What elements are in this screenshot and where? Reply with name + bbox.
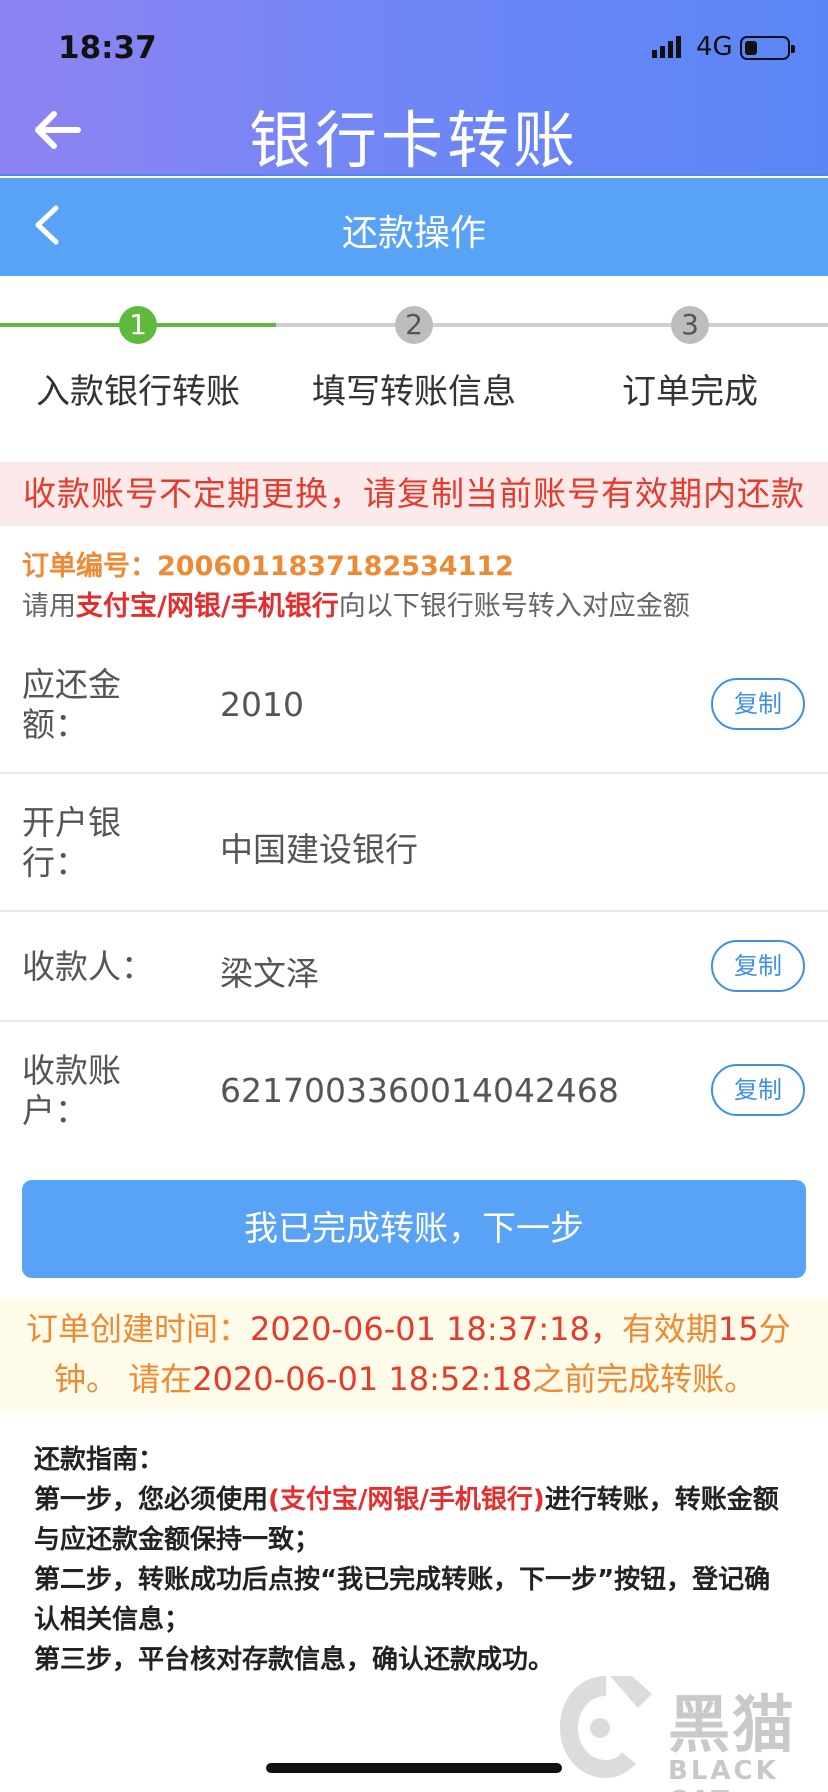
guide-step-1-prefix: 第一步，您必须使用 [34, 1485, 269, 1515]
validity-label: 有效期 [621, 1310, 718, 1348]
watermark-text: 黑猫 [668, 1688, 797, 1761]
progress-line-todo [276, 323, 828, 327]
validity-unit: 分 [758, 1310, 791, 1348]
validity-unit-end: 钟。 [54, 1360, 129, 1398]
created-time-label: 订单创建时间： [26, 1310, 251, 1348]
step-1-label: 入款银行转账 [36, 372, 240, 412]
sub-header: 还款操作 [0, 178, 828, 276]
order-time-notice: 订单创建时间：2020-06-01 18:37:18，有效期15分 钟。 请在2… [0, 1298, 828, 1410]
progress-steps: 1 2 3 入款银行转账 填写转账信息 订单完成 [0, 296, 828, 412]
account-row: 收款账 户： 6217003360014042468 复制 [0, 1022, 828, 1160]
payee-value: 梁文泽 [220, 954, 319, 993]
copy-amount-button[interactable]: 复制 [711, 678, 805, 730]
amount-row: 应还金 额： 2010 复制 [0, 636, 828, 774]
bank-value: 中国建设银行 [220, 830, 418, 869]
blackcat-watermark: 黑猫 BLACK CAT [556, 1672, 828, 1792]
guide-title: 还款指南： [34, 1445, 165, 1475]
order-hint-suffix: 向以下银行账号转入对应金额 [338, 591, 690, 622]
status-time: 18:37 [58, 30, 157, 66]
time-notice-line2: 钟。 请在2020-06-01 18:52:18之前完成转账。 [26, 1354, 808, 1404]
amount-label: 应还金 额： [22, 665, 132, 745]
bank-label-line2: 行： [22, 843, 88, 882]
signal-icon [652, 36, 681, 58]
account-label-line2: 户： [22, 1091, 88, 1130]
page-title: 银行卡转账 [248, 104, 579, 177]
bank-label: 开户银 行： [22, 803, 132, 883]
deadline-suffix: 之前完成转账。 [532, 1360, 757, 1398]
step-2-marker: 2 [395, 306, 433, 344]
account-label-line1: 收款账 [22, 1051, 121, 1090]
repayment-guide: 还款指南： 第一步，您必须使用(支付宝/网银/手机银行)进行转账，转账金额与应还… [34, 1440, 794, 1680]
deadline-label: 请在 [128, 1360, 193, 1398]
account-label: 收款账 户： [22, 1051, 132, 1131]
transfer-done-next-button[interactable]: 我已完成转账，下一步 [22, 1180, 806, 1278]
step-2-label: 填写转账信息 [312, 372, 516, 412]
order-hint-highlight: 支付宝/网银/手机银行 [76, 591, 339, 622]
cat-logo-icon [560, 1676, 652, 1778]
watermark-subtext: BLACK CAT [668, 1756, 779, 1792]
step-1-marker: 1 [119, 306, 157, 344]
amount-value: 2010 [220, 685, 304, 724]
step-3-label: 订单完成 [622, 372, 758, 412]
amount-label-line2: 额： [22, 705, 88, 744]
order-number: 订单编号：2006011837182534112 [22, 551, 514, 582]
step-3-marker: 3 [671, 306, 709, 344]
payee-row: 收款人： 梁文泽 复制 [0, 912, 828, 1022]
created-time-value: 2020-06-01 18:37:18， [250, 1310, 622, 1348]
account-value: 6217003360014042468 [220, 1071, 619, 1110]
home-indicator[interactable] [266, 1763, 562, 1773]
order-hint-prefix: 请用 [22, 591, 76, 622]
amount-label-line1: 应还金 [22, 665, 121, 704]
payee-label: 收款人： [22, 947, 154, 986]
status-bar: 18:37 4G [0, 0, 828, 96]
network-type: 4G [696, 32, 733, 62]
bank-label-line1: 开户银 [22, 803, 121, 842]
guide-step-1-highlight: (支付宝/网银/手机银行) [268, 1485, 545, 1515]
guide-step-1: 第一步，您必须使用(支付宝/网银/手机银行)进行转账，转账金额与应还款金额保持一… [34, 1480, 794, 1560]
sub-header-title: 还款操作 [341, 213, 486, 254]
deadline-value: 2020-06-01 18:52:18 [192, 1360, 533, 1398]
order-hint: 请用支付宝/网银/手机银行向以下银行账号转入对应金额 [22, 584, 690, 623]
copy-account-button[interactable]: 复制 [711, 1064, 805, 1116]
battery-icon [740, 36, 795, 60]
copy-payee-button[interactable]: 复制 [711, 940, 805, 992]
validity-value: 15 [717, 1310, 759, 1348]
warning-banner: 收款账号不定期更换，请复制当前账号有效期内还款 [0, 462, 828, 526]
bank-row: 开户银 行： 中国建设银行 [0, 774, 828, 912]
time-notice-line1: 订单创建时间：2020-06-01 18:37:18，有效期15分 [26, 1304, 808, 1354]
guide-step-2: 第二步，转账成功后点按“我已完成转账，下一步”按钮，登记确认相关信息； [34, 1565, 771, 1635]
